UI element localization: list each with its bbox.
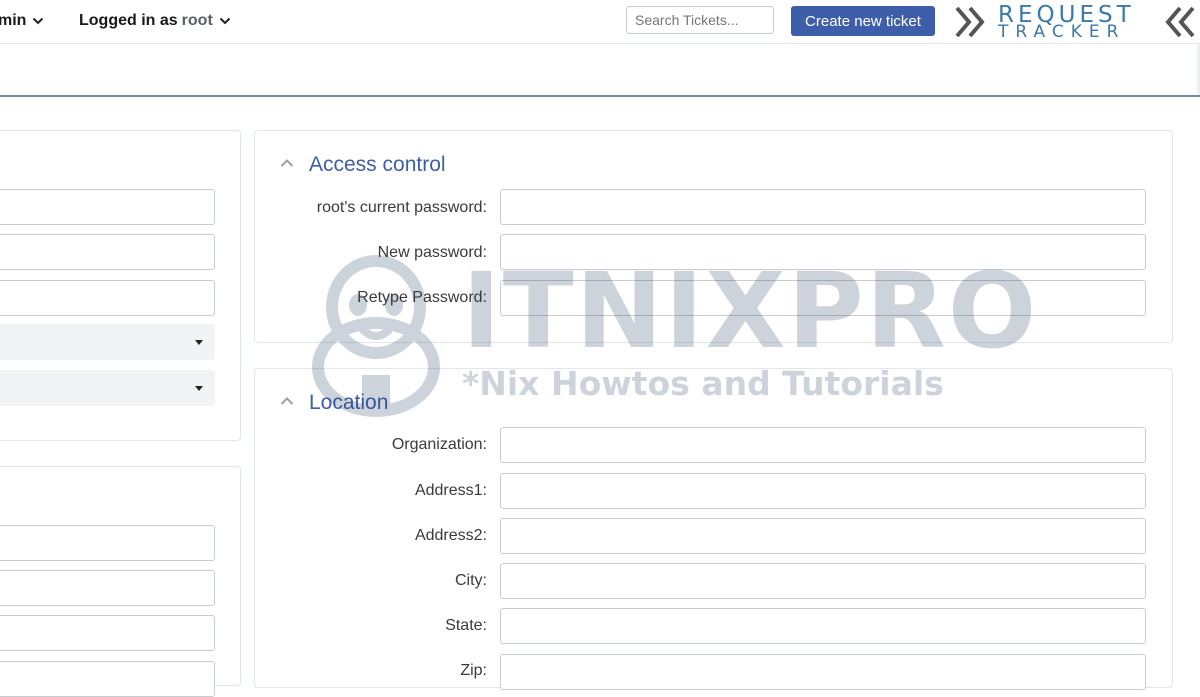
retype-password-label: Retype Password:: [357, 289, 487, 306]
double-chevron-left-icon: [1165, 6, 1195, 38]
address1-label: Address1:: [414, 482, 487, 499]
double-chevron-right-icon: [955, 6, 985, 38]
text-field[interactable]: [0, 234, 215, 270]
create-new-ticket-button[interactable]: Create new ticket: [791, 6, 935, 36]
zip-label: Zip:: [460, 662, 487, 679]
user-menu-prefix: Logged in as: [79, 12, 178, 29]
user-menu[interactable]: Logged in as root: [79, 12, 231, 30]
chevron-up-icon[interactable]: [280, 158, 294, 168]
text-field[interactable]: [0, 615, 215, 651]
caret-down-icon: [195, 386, 203, 391]
text-field[interactable]: [0, 525, 215, 561]
address1-field[interactable]: [500, 473, 1146, 509]
address2-label: Address2:: [414, 527, 487, 544]
access-control-title[interactable]: Access control: [309, 153, 446, 177]
chevron-down-icon: [33, 17, 44, 25]
chevron-down-icon: [219, 17, 230, 25]
admin-menu-label: min: [0, 12, 27, 29]
top-navigation-bar: min Logged in as root Create new ticket …: [0, 0, 1200, 44]
new-password-field[interactable]: [500, 234, 1146, 270]
text-field[interactable]: [0, 570, 215, 606]
request-tracker-logo[interactable]: REQUEST TRACKER: [952, 2, 1200, 42]
city-label: City:: [455, 572, 487, 589]
logo-line-2: TRACKER: [998, 22, 1126, 42]
location-title[interactable]: Location: [309, 391, 388, 415]
zip-field[interactable]: [500, 654, 1146, 690]
text-field[interactable]: [0, 280, 215, 316]
search-tickets-input[interactable]: [626, 6, 774, 34]
select-dropdown[interactable]: [0, 324, 215, 360]
retype-password-field[interactable]: [500, 280, 1146, 316]
caret-down-icon: [195, 340, 203, 345]
new-password-label: New password:: [377, 244, 487, 261]
text-field[interactable]: [0, 661, 215, 697]
address2-field[interactable]: [500, 518, 1146, 554]
select-dropdown[interactable]: [0, 370, 215, 406]
current-password-label: root's current password:: [316, 199, 487, 216]
user-menu-username: root: [181, 12, 213, 29]
state-field[interactable]: [500, 608, 1146, 644]
page-header-strip: [0, 44, 1200, 97]
organization-label: Organization:: [391, 436, 487, 453]
chevron-up-icon[interactable]: [280, 396, 294, 406]
current-password-field[interactable]: [500, 189, 1146, 225]
city-field[interactable]: [500, 563, 1146, 599]
organization-field[interactable]: [500, 427, 1146, 463]
identity-panel: [0, 130, 241, 441]
admin-menu[interactable]: min: [0, 12, 44, 30]
phone-numbers-panel: [0, 466, 241, 697]
state-label: State:: [445, 617, 487, 634]
text-field[interactable]: [0, 189, 215, 225]
